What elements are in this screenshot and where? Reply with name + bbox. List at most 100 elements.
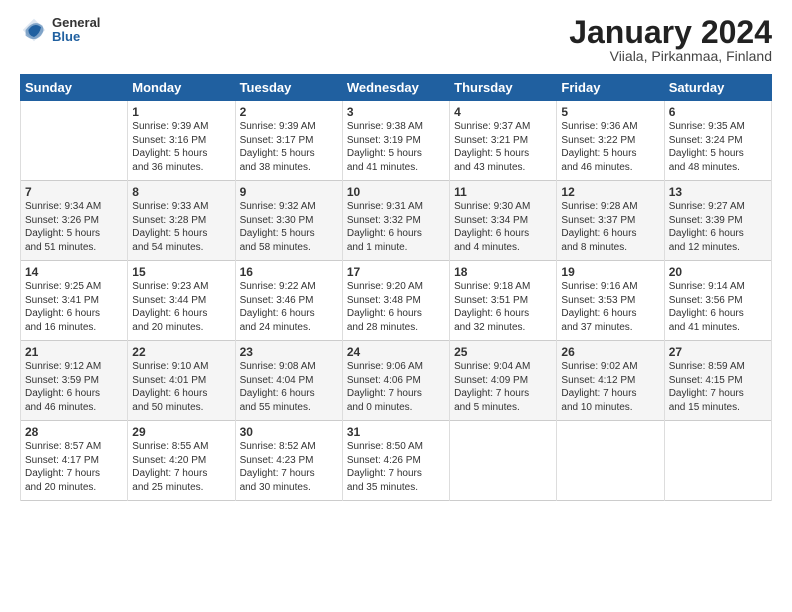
title-block: January 2024 Viiala, Pirkanmaa, Finland — [569, 16, 772, 64]
calendar-cell: 11Sunrise: 9:30 AM Sunset: 3:34 PM Dayli… — [450, 181, 557, 261]
day-number: 7 — [25, 185, 123, 199]
calendar-cell: 8Sunrise: 9:33 AM Sunset: 3:28 PM Daylig… — [128, 181, 235, 261]
calendar-cell: 30Sunrise: 8:52 AM Sunset: 4:23 PM Dayli… — [235, 421, 342, 501]
day-info: Sunrise: 9:02 AM Sunset: 4:12 PM Dayligh… — [561, 360, 659, 414]
day-number: 11 — [454, 185, 552, 199]
calendar-table: SundayMondayTuesdayWednesdayThursdayFrid… — [20, 74, 772, 501]
day-info: Sunrise: 9:36 AM Sunset: 3:22 PM Dayligh… — [561, 120, 659, 174]
calendar-cell: 13Sunrise: 9:27 AM Sunset: 3:39 PM Dayli… — [664, 181, 771, 261]
calendar-cell: 7Sunrise: 9:34 AM Sunset: 3:26 PM Daylig… — [21, 181, 128, 261]
day-number: 9 — [240, 185, 338, 199]
calendar-cell: 17Sunrise: 9:20 AM Sunset: 3:48 PM Dayli… — [342, 261, 449, 341]
day-number: 29 — [132, 425, 230, 439]
day-number: 21 — [25, 345, 123, 359]
calendar-week-row: 14Sunrise: 9:25 AM Sunset: 3:41 PM Dayli… — [21, 261, 772, 341]
day-info: Sunrise: 8:55 AM Sunset: 4:20 PM Dayligh… — [132, 440, 230, 494]
weekday-header-saturday: Saturday — [664, 75, 771, 101]
weekday-header-tuesday: Tuesday — [235, 75, 342, 101]
day-info: Sunrise: 8:59 AM Sunset: 4:15 PM Dayligh… — [669, 360, 767, 414]
calendar-cell: 31Sunrise: 8:50 AM Sunset: 4:26 PM Dayli… — [342, 421, 449, 501]
day-number: 13 — [669, 185, 767, 199]
calendar-cell: 24Sunrise: 9:06 AM Sunset: 4:06 PM Dayli… — [342, 341, 449, 421]
calendar-subtitle: Viiala, Pirkanmaa, Finland — [569, 48, 772, 64]
day-info: Sunrise: 9:35 AM Sunset: 3:24 PM Dayligh… — [669, 120, 767, 174]
weekday-header-friday: Friday — [557, 75, 664, 101]
logo: General Blue — [20, 16, 100, 45]
day-number: 8 — [132, 185, 230, 199]
day-number: 30 — [240, 425, 338, 439]
calendar-cell: 2Sunrise: 9:39 AM Sunset: 3:17 PM Daylig… — [235, 101, 342, 181]
day-number: 18 — [454, 265, 552, 279]
weekday-header-thursday: Thursday — [450, 75, 557, 101]
day-number: 19 — [561, 265, 659, 279]
day-info: Sunrise: 9:18 AM Sunset: 3:51 PM Dayligh… — [454, 280, 552, 334]
calendar-cell: 21Sunrise: 9:12 AM Sunset: 3:59 PM Dayli… — [21, 341, 128, 421]
day-info: Sunrise: 9:22 AM Sunset: 3:46 PM Dayligh… — [240, 280, 338, 334]
calendar-cell: 19Sunrise: 9:16 AM Sunset: 3:53 PM Dayli… — [557, 261, 664, 341]
day-info: Sunrise: 9:27 AM Sunset: 3:39 PM Dayligh… — [669, 200, 767, 254]
day-info: Sunrise: 9:06 AM Sunset: 4:06 PM Dayligh… — [347, 360, 445, 414]
calendar-cell: 16Sunrise: 9:22 AM Sunset: 3:46 PM Dayli… — [235, 261, 342, 341]
day-number: 31 — [347, 425, 445, 439]
weekday-header-sunday: Sunday — [21, 75, 128, 101]
day-number: 15 — [132, 265, 230, 279]
day-info: Sunrise: 8:50 AM Sunset: 4:26 PM Dayligh… — [347, 440, 445, 494]
calendar-week-row: 7Sunrise: 9:34 AM Sunset: 3:26 PM Daylig… — [21, 181, 772, 261]
calendar-cell: 20Sunrise: 9:14 AM Sunset: 3:56 PM Dayli… — [664, 261, 771, 341]
day-number: 6 — [669, 105, 767, 119]
day-info: Sunrise: 9:33 AM Sunset: 3:28 PM Dayligh… — [132, 200, 230, 254]
calendar-cell: 18Sunrise: 9:18 AM Sunset: 3:51 PM Dayli… — [450, 261, 557, 341]
calendar-cell: 29Sunrise: 8:55 AM Sunset: 4:20 PM Dayli… — [128, 421, 235, 501]
day-info: Sunrise: 8:52 AM Sunset: 4:23 PM Dayligh… — [240, 440, 338, 494]
calendar-title: January 2024 — [569, 16, 772, 48]
calendar-cell — [664, 421, 771, 501]
day-info: Sunrise: 9:25 AM Sunset: 3:41 PM Dayligh… — [25, 280, 123, 334]
day-info: Sunrise: 9:23 AM Sunset: 3:44 PM Dayligh… — [132, 280, 230, 334]
calendar-cell: 28Sunrise: 8:57 AM Sunset: 4:17 PM Dayli… — [21, 421, 128, 501]
calendar-cell: 9Sunrise: 9:32 AM Sunset: 3:30 PM Daylig… — [235, 181, 342, 261]
calendar-cell — [557, 421, 664, 501]
calendar-cell: 27Sunrise: 8:59 AM Sunset: 4:15 PM Dayli… — [664, 341, 771, 421]
calendar-week-row: 28Sunrise: 8:57 AM Sunset: 4:17 PM Dayli… — [21, 421, 772, 501]
day-number: 3 — [347, 105, 445, 119]
calendar-cell: 25Sunrise: 9:04 AM Sunset: 4:09 PM Dayli… — [450, 341, 557, 421]
calendar-cell: 6Sunrise: 9:35 AM Sunset: 3:24 PM Daylig… — [664, 101, 771, 181]
day-number: 4 — [454, 105, 552, 119]
calendar-cell — [21, 101, 128, 181]
day-info: Sunrise: 9:20 AM Sunset: 3:48 PM Dayligh… — [347, 280, 445, 334]
day-number: 12 — [561, 185, 659, 199]
day-number: 17 — [347, 265, 445, 279]
day-info: Sunrise: 9:31 AM Sunset: 3:32 PM Dayligh… — [347, 200, 445, 254]
day-info: Sunrise: 9:38 AM Sunset: 3:19 PM Dayligh… — [347, 120, 445, 174]
day-number: 23 — [240, 345, 338, 359]
day-number: 26 — [561, 345, 659, 359]
logo-text: General Blue — [52, 16, 100, 45]
calendar-week-row: 1Sunrise: 9:39 AM Sunset: 3:16 PM Daylig… — [21, 101, 772, 181]
calendar-week-row: 21Sunrise: 9:12 AM Sunset: 3:59 PM Dayli… — [21, 341, 772, 421]
calendar-cell: 1Sunrise: 9:39 AM Sunset: 3:16 PM Daylig… — [128, 101, 235, 181]
day-info: Sunrise: 9:28 AM Sunset: 3:37 PM Dayligh… — [561, 200, 659, 254]
day-number: 27 — [669, 345, 767, 359]
page: General Blue January 2024 Viiala, Pirkan… — [0, 0, 792, 612]
day-number: 2 — [240, 105, 338, 119]
day-number: 22 — [132, 345, 230, 359]
calendar-cell — [450, 421, 557, 501]
day-number: 28 — [25, 425, 123, 439]
calendar-cell: 26Sunrise: 9:02 AM Sunset: 4:12 PM Dayli… — [557, 341, 664, 421]
day-info: Sunrise: 9:14 AM Sunset: 3:56 PM Dayligh… — [669, 280, 767, 334]
day-info: Sunrise: 9:39 AM Sunset: 3:16 PM Dayligh… — [132, 120, 230, 174]
day-info: Sunrise: 9:37 AM Sunset: 3:21 PM Dayligh… — [454, 120, 552, 174]
weekday-header-row: SundayMondayTuesdayWednesdayThursdayFrid… — [21, 75, 772, 101]
weekday-header-monday: Monday — [128, 75, 235, 101]
day-number: 14 — [25, 265, 123, 279]
calendar-cell: 12Sunrise: 9:28 AM Sunset: 3:37 PM Dayli… — [557, 181, 664, 261]
day-number: 20 — [669, 265, 767, 279]
day-info: Sunrise: 9:04 AM Sunset: 4:09 PM Dayligh… — [454, 360, 552, 414]
calendar-cell: 15Sunrise: 9:23 AM Sunset: 3:44 PM Dayli… — [128, 261, 235, 341]
day-info: Sunrise: 9:32 AM Sunset: 3:30 PM Dayligh… — [240, 200, 338, 254]
calendar-cell: 14Sunrise: 9:25 AM Sunset: 3:41 PM Dayli… — [21, 261, 128, 341]
day-info: Sunrise: 9:08 AM Sunset: 4:04 PM Dayligh… — [240, 360, 338, 414]
day-number: 1 — [132, 105, 230, 119]
calendar-cell: 22Sunrise: 9:10 AM Sunset: 4:01 PM Dayli… — [128, 341, 235, 421]
day-number: 10 — [347, 185, 445, 199]
